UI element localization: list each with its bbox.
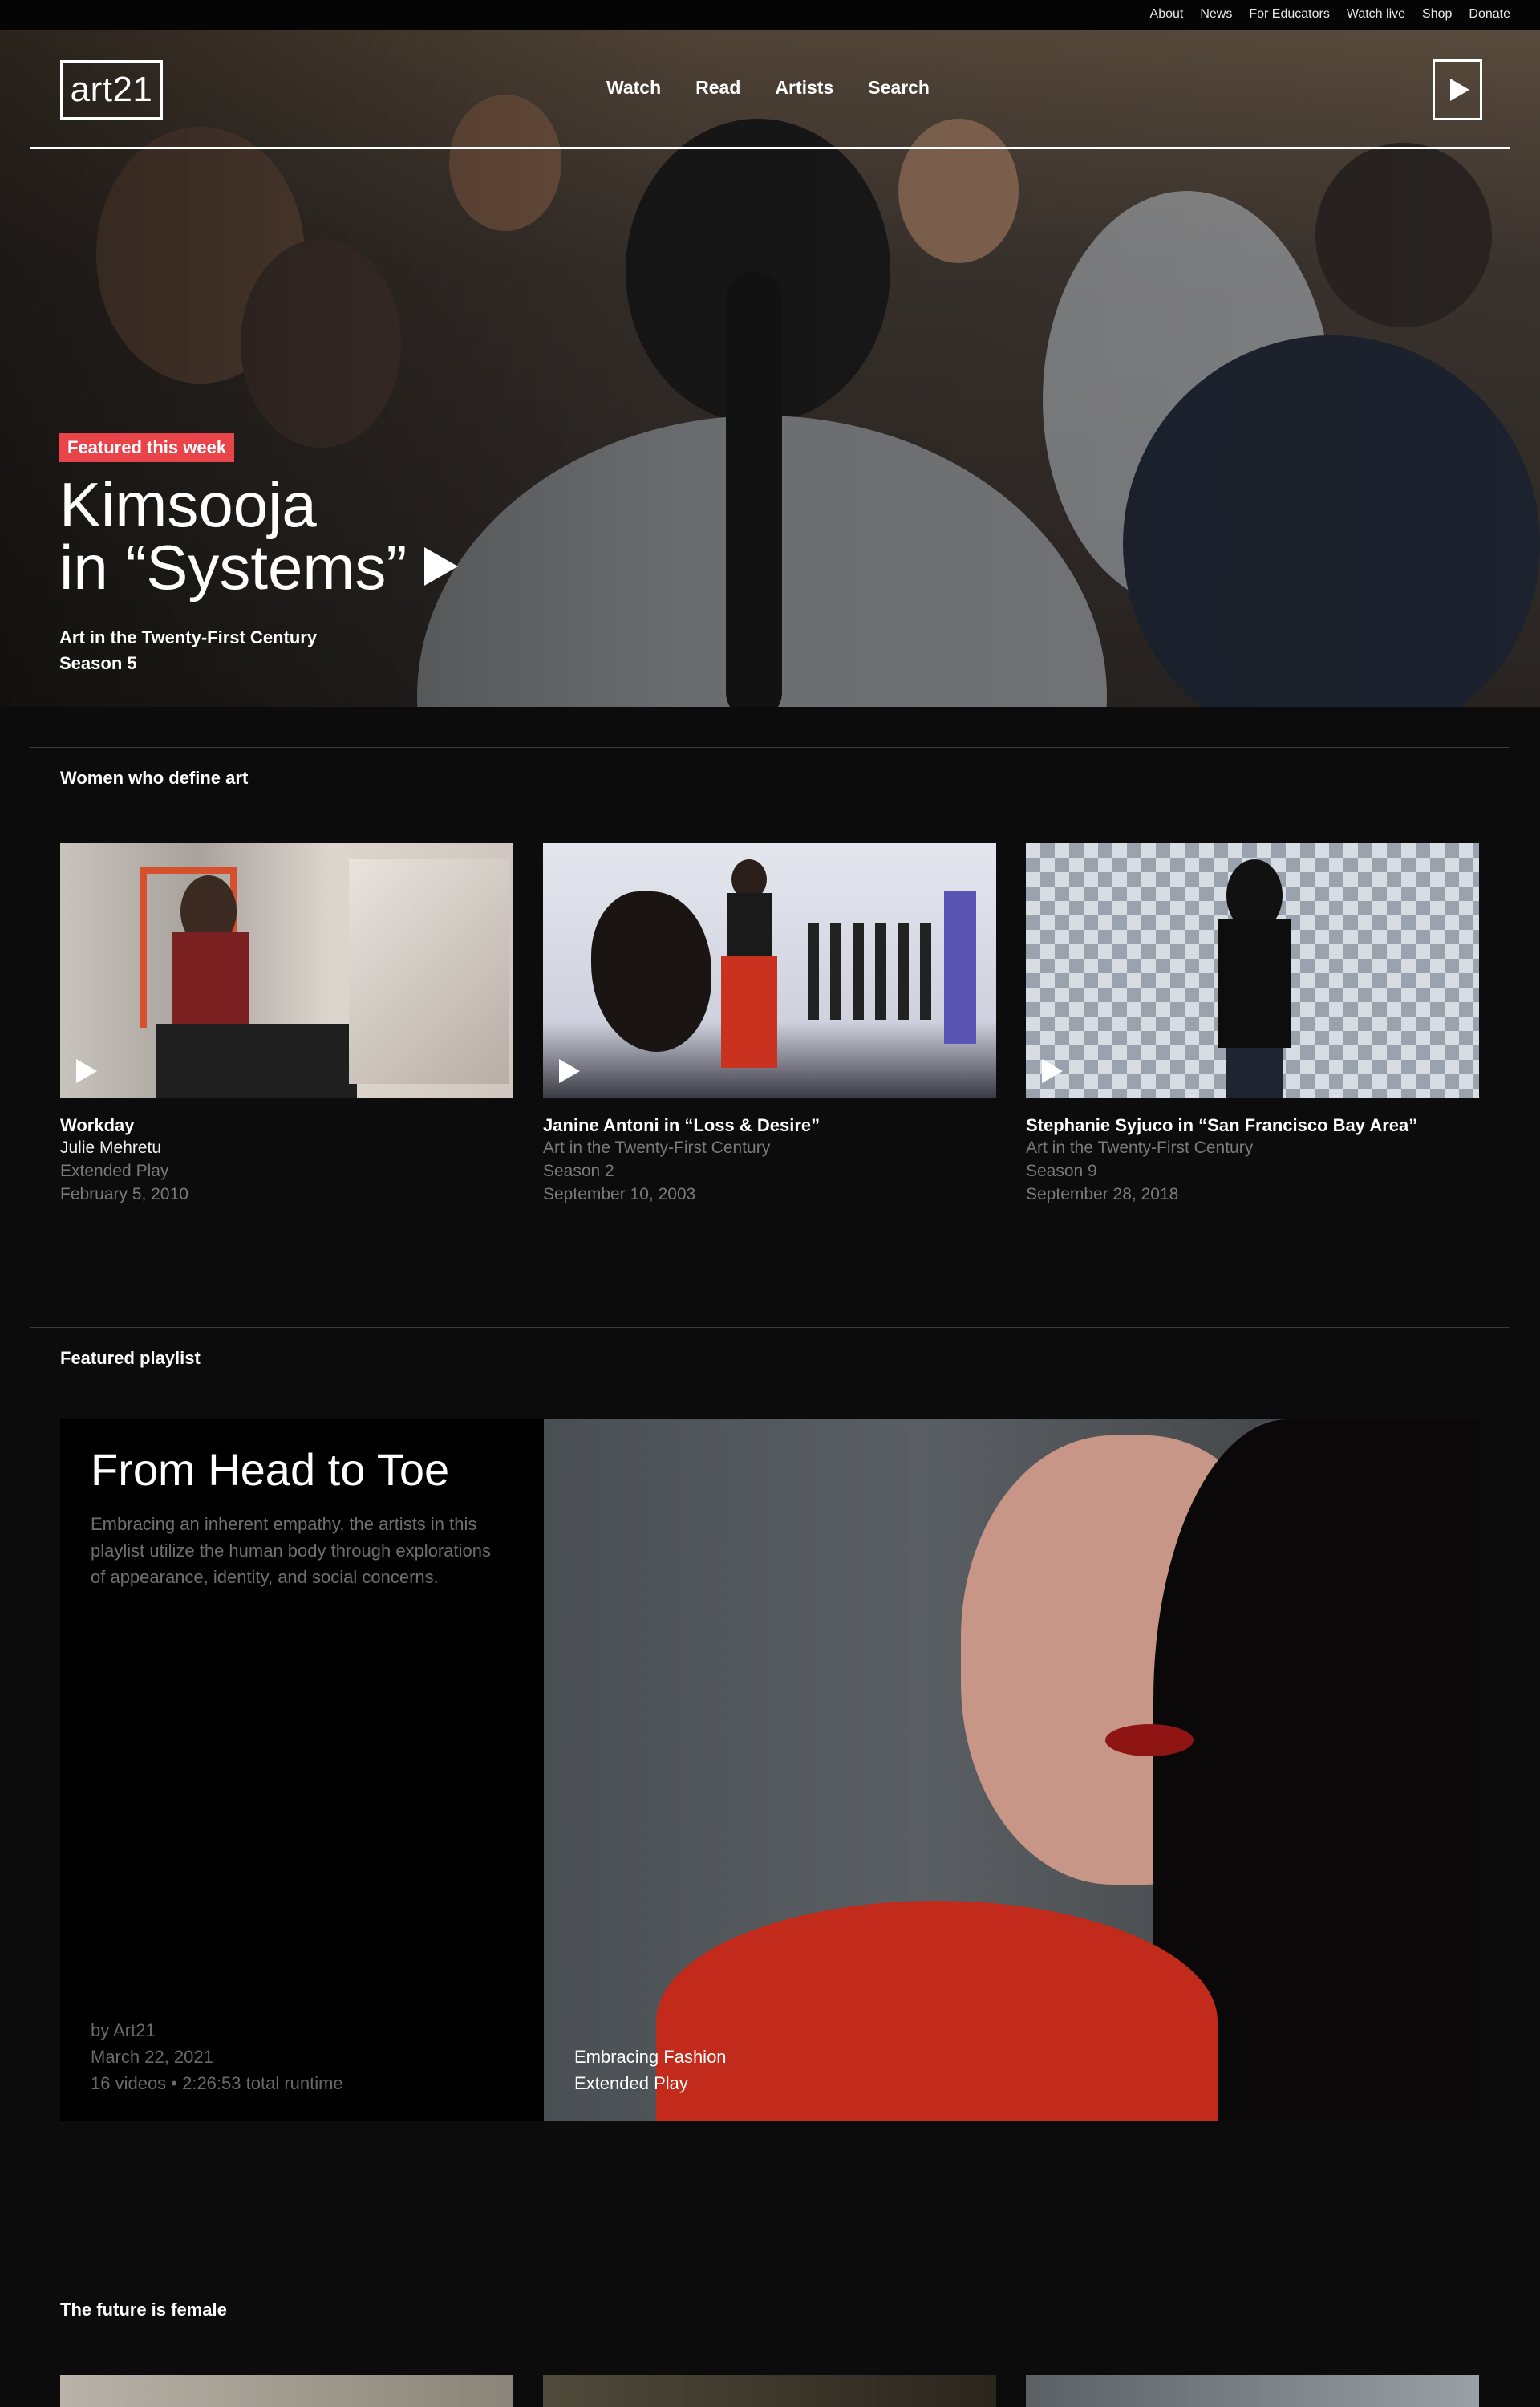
video-thumbnail[interactable] <box>543 843 996 1098</box>
watch-live-button[interactable] <box>1433 59 1482 120</box>
utility-nav: About News For Educators Watch live Shop… <box>0 0 1540 22</box>
video-thumbnail[interactable] <box>543 2375 996 2407</box>
utility-link-shop[interactable]: Shop <box>1422 7 1452 21</box>
hero-title-line1: Kimsooja <box>59 469 317 540</box>
card-title: Janine Antoni in “Loss & Desire” <box>543 1115 821 1135</box>
utility-bar: About News For Educators Watch live Shop… <box>0 0 1540 30</box>
section-title: Women who define art <box>60 768 249 788</box>
card-season: Season 2 <box>543 1162 614 1180</box>
hero-series: Art in the Twenty-First Century <box>59 627 318 647</box>
utility-link-watch-live[interactable]: Watch live <box>1347 7 1405 21</box>
nav-read[interactable]: Read <box>695 77 740 99</box>
play-icon <box>1042 1059 1063 1083</box>
playlist-feature-image[interactable]: Embracing Fashion Extended Play <box>544 1419 1481 2121</box>
video-thumbnail[interactable] <box>1026 2375 1479 2407</box>
section-title: The future is female <box>60 2299 227 2320</box>
video-card[interactable]: Stephanie Syjuco in “San Francisco Bay A… <box>1026 843 1479 1206</box>
playlist-meta: by Art21 March 22, 2021 16 videos • 2:26… <box>91 2017 343 2096</box>
hero-season: Season 5 <box>59 653 137 673</box>
play-icon <box>1450 79 1469 101</box>
card-date: February 5, 2010 <box>60 1185 188 1204</box>
hero-title-line2: in “Systems” <box>59 532 407 603</box>
section-future-is-female: The future is female <box>30 2279 1510 2407</box>
hero-content: Featured this week Kimsooja in “Systems”… <box>59 433 459 676</box>
featured-badge: Featured this week <box>59 433 235 462</box>
play-icon[interactable] <box>424 547 459 586</box>
video-card[interactable]: Workday Julie Mehretu Extended Play Febr… <box>60 843 513 1206</box>
video-card[interactable] <box>543 2375 996 2407</box>
playlist-description: Embracing an inherent empathy, the artis… <box>91 1514 491 1587</box>
video-thumbnail[interactable] <box>60 2375 513 2407</box>
hero-title[interactable]: Kimsooja in “Systems” <box>59 469 459 599</box>
video-thumbnail[interactable] <box>1026 843 1479 1098</box>
video-card[interactable] <box>1026 2375 1479 2407</box>
playlist-info: From Head to Toe Embracing an inherent e… <box>60 1419 544 2121</box>
card-series: Art in the Twenty-First Century <box>543 1139 771 1157</box>
site-logo[interactable]: art21 <box>60 60 163 120</box>
card-artist: Julie Mehretu <box>60 1139 162 1157</box>
nav-search[interactable]: Search <box>868 77 930 99</box>
nav-watch[interactable]: Watch <box>606 77 661 99</box>
card-series: Art in the Twenty-First Century <box>1026 1139 1254 1157</box>
logo-text: art21 <box>70 70 153 109</box>
play-icon <box>559 1059 580 1083</box>
featured-playlist-card[interactable]: From Head to Toe Embracing an inherent e… <box>60 1419 1481 2121</box>
video-card[interactable] <box>60 2375 513 2407</box>
utility-link-news[interactable]: News <box>1200 7 1232 21</box>
feature-series: Extended Play <box>574 2073 688 2093</box>
card-title: Workday <box>60 1115 135 1135</box>
card-series: Extended Play <box>60 1162 169 1180</box>
main-nav: Watch Read Artists Search <box>606 77 930 99</box>
section-women-who-define-art: Women who define art Workday Julie Mehre… <box>30 747 1510 1277</box>
card-date: September 28, 2018 <box>1026 1185 1179 1204</box>
card-title: Stephanie Syjuco in “San Francisco Bay A… <box>1026 1115 1418 1135</box>
card-date: September 10, 2003 <box>543 1185 696 1204</box>
playlist-date: March 22, 2021 <box>91 2047 213 2067</box>
play-icon <box>76 1059 97 1083</box>
nav-artists[interactable]: Artists <box>775 77 833 99</box>
video-card[interactable]: Janine Antoni in “Loss & Desire” Art in … <box>543 843 996 1206</box>
feature-title[interactable]: Embracing Fashion <box>574 2044 727 2070</box>
utility-link-about[interactable]: About <box>1150 7 1184 21</box>
playlist-author: by Art21 <box>91 2020 156 2040</box>
section-title: Featured playlist <box>60 1348 201 1368</box>
playlist-feature-caption: Embracing Fashion Extended Play <box>574 2044 727 2096</box>
video-thumbnail[interactable] <box>60 843 513 1098</box>
playlist-title[interactable]: From Head to Toe <box>91 1443 513 1496</box>
site-header: art21 Watch Read Artists Search <box>30 30 1510 149</box>
utility-link-donate[interactable]: Donate <box>1469 7 1510 21</box>
playlist-stats: 16 videos • 2:26:53 total runtime <box>91 2073 343 2093</box>
card-season: Season 9 <box>1026 1162 1097 1180</box>
utility-link-educators[interactable]: For Educators <box>1249 7 1329 21</box>
